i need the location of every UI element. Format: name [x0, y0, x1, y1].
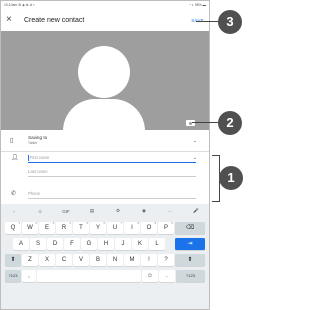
callout-2: 2: [218, 111, 242, 135]
callout-line-2: [192, 122, 220, 123]
key-e[interactable]: E3: [39, 222, 55, 234]
backspace-key[interactable]: ⌫: [175, 222, 205, 234]
emoji-key[interactable]: ☺: [142, 270, 158, 282]
palette-icon[interactable]: ◉: [131, 208, 157, 214]
next-key[interactable]: ⇥: [175, 238, 205, 250]
key-period[interactable]: .: [159, 270, 175, 282]
status-right: ◔ ◐ 98% ▬: [188, 3, 206, 7]
key-g[interactable]: G: [81, 238, 97, 250]
keyboard-toolbar: ‹ ☺ GIF ▤ ⚙ ◉ ··· 🎤: [1, 204, 209, 218]
contact-photo[interactable]: [1, 31, 209, 131]
key-x[interactable]: X: [39, 254, 55, 266]
status-bar: 10:10am ⚙ ◈ ⊕ ⊘ ▪ ◔ ◐ 98% ▬: [1, 1, 209, 9]
status-left: 10:10am ⚙ ◈ ⊕ ⊘ ▪: [4, 3, 35, 7]
shift-key[interactable]: ⬆: [5, 254, 21, 266]
key-row-1: Q1 W2 E3 R4 T5 Y6 U7 I8 O9 P0 ⌫: [1, 222, 209, 236]
key-question[interactable]: ?: [158, 254, 174, 266]
key-f[interactable]: F: [64, 238, 80, 250]
key-y[interactable]: Y6: [90, 222, 106, 234]
account-value: Tablet: [28, 141, 38, 145]
close-icon[interactable]: ×: [6, 15, 20, 25]
keyboard: ‹ ☺ GIF ▤ ⚙ ◉ ··· 🎤 Q1 W2 E3 R4 T5 Y6 U7…: [1, 204, 209, 309]
symbols-key[interactable]: ?123: [5, 270, 21, 282]
expand-name-icon[interactable]: ⌄: [193, 155, 197, 161]
page-title: Create new contact: [24, 16, 85, 24]
account-selector[interactable]: ▯ Saving to Tablet ⌄: [1, 134, 209, 148]
key-a[interactable]: A: [13, 238, 29, 250]
space-key[interactable]: [37, 270, 141, 282]
more-icon[interactable]: ···: [157, 209, 183, 214]
toolbar-back-icon[interactable]: ‹: [1, 209, 27, 214]
avatar-head: [78, 46, 130, 98]
chevron-down-icon[interactable]: ⌄: [193, 138, 197, 144]
callout-3: 3: [218, 10, 242, 34]
app-bar: × Create new contact SAVE: [1, 9, 209, 31]
mic-icon[interactable]: 🎤: [183, 208, 209, 214]
key-t[interactable]: T5: [73, 222, 89, 234]
account-label: Saving to: [28, 135, 48, 140]
shift-key-right[interactable]: ⬆: [175, 254, 205, 266]
key-row-4: ?123 , ☺ . ?123: [1, 270, 209, 284]
key-l[interactable]: L: [149, 238, 165, 250]
key-d[interactable]: D: [47, 238, 63, 250]
avatar-body: [63, 99, 145, 131]
phone-icon: ✆: [11, 191, 17, 197]
key-comma[interactable]: ,: [22, 270, 36, 282]
gif-button[interactable]: GIF: [53, 209, 79, 214]
symbols-key-right[interactable]: ?123: [176, 270, 205, 282]
key-c[interactable]: C: [56, 254, 72, 266]
first-name-field[interactable]: First name: [28, 153, 196, 163]
key-v[interactable]: V: [73, 254, 89, 266]
callout-line-3: [196, 21, 220, 22]
key-j[interactable]: J: [115, 238, 131, 250]
settings-icon[interactable]: ⚙: [105, 208, 131, 214]
key-o[interactable]: O9: [141, 222, 157, 234]
key-i[interactable]: I8: [124, 222, 140, 234]
last-name-field[interactable]: Last name: [28, 167, 196, 177]
phone-device-icon: ▯: [10, 138, 14, 144]
key-r[interactable]: R4: [56, 222, 72, 234]
key-row-2: A S D F G H J K L ⇥: [1, 238, 209, 252]
key-w[interactable]: W2: [22, 222, 38, 234]
key-u[interactable]: U7: [107, 222, 123, 234]
key-z[interactable]: Z: [22, 254, 38, 266]
key-p[interactable]: P0: [158, 222, 174, 234]
callout-1: 1: [219, 166, 243, 190]
key-m[interactable]: M: [124, 254, 140, 266]
key-s[interactable]: S: [30, 238, 46, 250]
clipboard-icon[interactable]: ▤: [79, 208, 105, 214]
emoji-icon[interactable]: ☺: [27, 209, 53, 214]
person-icon: 👤︎: [11, 155, 19, 161]
tablet-screen: 10:10am ⚙ ◈ ⊕ ⊘ ▪ ◔ ◐ 98% ▬ × Create new…: [0, 0, 210, 310]
key-h[interactable]: H: [98, 238, 114, 250]
key-row-3: ⬆ Z X C V B N M ! ? ⬆: [1, 254, 209, 268]
phone-field[interactable]: Phone: [28, 189, 196, 199]
camera-icon[interactable]: [186, 120, 195, 126]
key-q[interactable]: Q1: [5, 222, 21, 234]
divider: [1, 151, 209, 152]
key-exclaim[interactable]: !: [141, 254, 157, 266]
key-n[interactable]: N: [107, 254, 123, 266]
key-k[interactable]: K: [132, 238, 148, 250]
key-b[interactable]: B: [90, 254, 106, 266]
